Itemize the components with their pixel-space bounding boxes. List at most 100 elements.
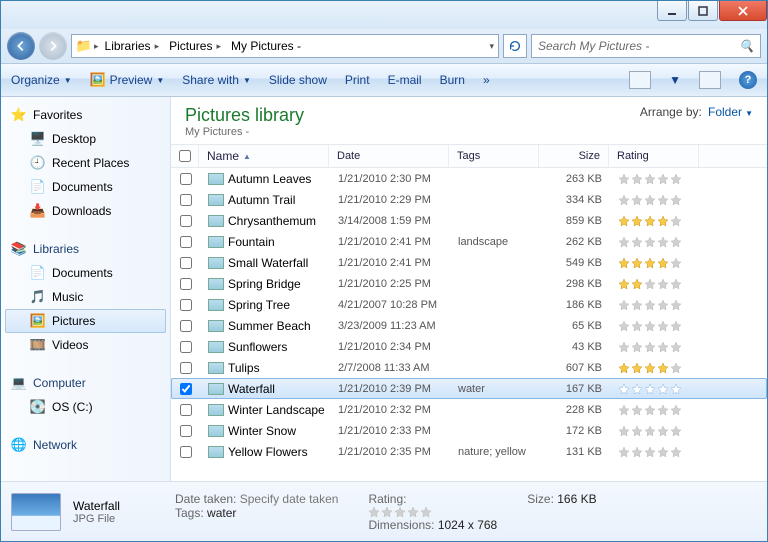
sidebar-item[interactable]: 🖥️Desktop	[5, 127, 166, 151]
breadcrumb[interactable]: 📁▸ Libraries▸ Pictures▸ My Pictures - ▾	[71, 34, 499, 58]
library-header: Pictures library My Pictures - Arrange b…	[171, 97, 767, 144]
image-file-icon	[208, 299, 224, 311]
row-checkbox[interactable]	[180, 299, 192, 311]
file-row[interactable]: Yellow Flowers1/21/2010 2:35 PMnature; y…	[171, 441, 767, 462]
sidebar-head[interactable]: 📚Libraries	[5, 237, 166, 261]
titlebar	[1, 1, 767, 29]
image-file-icon	[208, 278, 224, 290]
file-row[interactable]: Spring Tree4/21/2007 10:28 PM186 KB	[171, 294, 767, 315]
size-value: 166 KB	[557, 492, 596, 506]
organize-menu[interactable]: Organize ▼	[11, 73, 72, 87]
column-headers: Name▲ Date Tags Size Rating	[171, 144, 767, 168]
bc-mypictures[interactable]: My Pictures -	[227, 35, 305, 57]
file-row[interactable]: Waterfall1/21/2010 2:39 PMwater167 KB	[171, 378, 767, 399]
col-size[interactable]: Size	[539, 145, 609, 167]
help-button[interactable]: ?	[739, 71, 757, 89]
overflow-button[interactable]: »	[483, 73, 490, 87]
print-button[interactable]: Print	[345, 73, 370, 87]
address-row: 📁▸ Libraries▸ Pictures▸ My Pictures - ▾ …	[1, 29, 767, 63]
file-row[interactable]: Chrysanthemum3/14/2008 1:59 PM859 KB	[171, 210, 767, 231]
file-row[interactable]: Autumn Trail1/21/2010 2:29 PM334 KB	[171, 189, 767, 210]
row-checkbox[interactable]	[180, 194, 192, 206]
file-row[interactable]: Sunflowers1/21/2010 2:34 PM43 KB	[171, 336, 767, 357]
details-rating[interactable]	[368, 506, 497, 518]
col-tags[interactable]: Tags	[449, 145, 539, 167]
row-checkbox[interactable]	[180, 236, 192, 248]
folder-icon: 📁	[76, 38, 92, 54]
burn-button[interactable]: Burn	[440, 73, 465, 87]
row-checkbox[interactable]	[180, 425, 192, 437]
view-dropdown[interactable]: ▼	[669, 73, 681, 87]
sidebar-item[interactable]: 📥Downloads	[5, 199, 166, 223]
sidebar-head[interactable]: 🌐Network	[5, 433, 166, 457]
chevron-down-icon[interactable]: ▾	[489, 41, 494, 52]
back-button[interactable]	[7, 32, 35, 60]
sidebar-item[interactable]: 🖼️Pictures	[5, 309, 166, 333]
sidebar-item[interactable]: 📄Documents	[5, 261, 166, 285]
toolbar: Organize ▼ 🖼️Preview ▼ Share with ▼ Slid…	[1, 63, 767, 97]
tags-value[interactable]: water	[207, 506, 236, 520]
file-row[interactable]: Small Waterfall1/21/2010 2:41 PM549 KB	[171, 252, 767, 273]
file-row[interactable]: Winter Snow1/21/2010 2:33 PM172 KB	[171, 420, 767, 441]
row-checkbox[interactable]	[180, 215, 192, 227]
file-row[interactable]: Tulips2/7/2008 11:33 AM607 KB	[171, 357, 767, 378]
col-rating[interactable]: Rating	[609, 145, 699, 167]
file-row[interactable]: Spring Bridge1/21/2010 2:25 PM298 KB	[171, 273, 767, 294]
navigation-pane: ⭐Favorites🖥️Desktop🕘Recent Places📄Docume…	[1, 97, 171, 481]
close-button[interactable]	[719, 1, 767, 21]
maximize-button[interactable]	[688, 1, 718, 21]
sidebar-item[interactable]: 💽OS (C:)	[5, 395, 166, 419]
row-checkbox[interactable]	[180, 362, 192, 374]
sidebar-head[interactable]: ⭐Favorites	[5, 103, 166, 127]
preview-pane-button[interactable]	[699, 71, 721, 89]
image-file-icon	[208, 362, 224, 374]
explorer-window: 📁▸ Libraries▸ Pictures▸ My Pictures - ▾ …	[0, 0, 768, 542]
file-row[interactable]: Winter Landscape1/21/2010 2:32 PM228 KB	[171, 399, 767, 420]
image-file-icon	[208, 194, 224, 206]
row-checkbox[interactable]	[180, 341, 192, 353]
row-checkbox[interactable]	[180, 404, 192, 416]
image-file-icon	[208, 383, 224, 395]
view-options-button[interactable]	[629, 71, 651, 89]
image-file-icon	[208, 404, 224, 416]
sidebar-head[interactable]: 💻Computer	[5, 371, 166, 395]
row-checkbox[interactable]	[180, 278, 192, 290]
col-name[interactable]: Name▲	[199, 145, 329, 167]
library-title: Pictures library	[185, 105, 304, 126]
col-date[interactable]: Date	[329, 145, 449, 167]
file-list: Autumn Leaves1/21/2010 2:30 PM263 KBAutu…	[171, 168, 767, 481]
details-pane: Waterfall JPG File Date taken: Specify d…	[1, 481, 767, 541]
minimize-button[interactable]	[657, 1, 687, 21]
preview-menu[interactable]: 🖼️Preview ▼	[90, 72, 165, 88]
row-checkbox[interactable]	[180, 320, 192, 332]
bc-libraries[interactable]: Libraries▸	[101, 35, 164, 57]
sidebar-item[interactable]: 🎵Music	[5, 285, 166, 309]
row-checkbox[interactable]	[180, 383, 192, 395]
share-menu[interactable]: Share with ▼	[182, 73, 251, 87]
forward-button[interactable]	[39, 32, 67, 60]
date-taken-value[interactable]: Specify date taken	[240, 492, 339, 506]
slideshow-button[interactable]: Slide show	[269, 73, 327, 87]
col-checkbox[interactable]	[171, 145, 199, 167]
sidebar-item[interactable]: 🎞️Videos	[5, 333, 166, 357]
image-file-icon	[208, 236, 224, 248]
sidebar-item[interactable]: 🕘Recent Places	[5, 151, 166, 175]
image-file-icon	[208, 425, 224, 437]
bc-pictures[interactable]: Pictures▸	[165, 35, 225, 57]
file-row[interactable]: Summer Beach3/23/2009 11:23 AM65 KB	[171, 315, 767, 336]
file-row[interactable]: Autumn Leaves1/21/2010 2:30 PM263 KB	[171, 168, 767, 189]
search-input[interactable]: Search My Pictures - 🔍	[531, 34, 761, 58]
sort-asc-icon: ▲	[243, 152, 251, 161]
row-checkbox[interactable]	[180, 173, 192, 185]
arrange-by[interactable]: Arrange by: Folder ▼	[640, 105, 753, 119]
email-button[interactable]: E-mail	[388, 73, 422, 87]
main-pane: Pictures library My Pictures - Arrange b…	[171, 97, 767, 481]
row-checkbox[interactable]	[180, 257, 192, 269]
file-row[interactable]: Fountain1/21/2010 2:41 PMlandscape262 KB	[171, 231, 767, 252]
details-filename: Waterfall	[73, 499, 163, 513]
search-icon: 🔍	[739, 39, 754, 53]
refresh-button[interactable]	[503, 34, 527, 58]
sidebar-item[interactable]: 📄Documents	[5, 175, 166, 199]
row-checkbox[interactable]	[180, 446, 192, 458]
image-file-icon	[208, 446, 224, 458]
